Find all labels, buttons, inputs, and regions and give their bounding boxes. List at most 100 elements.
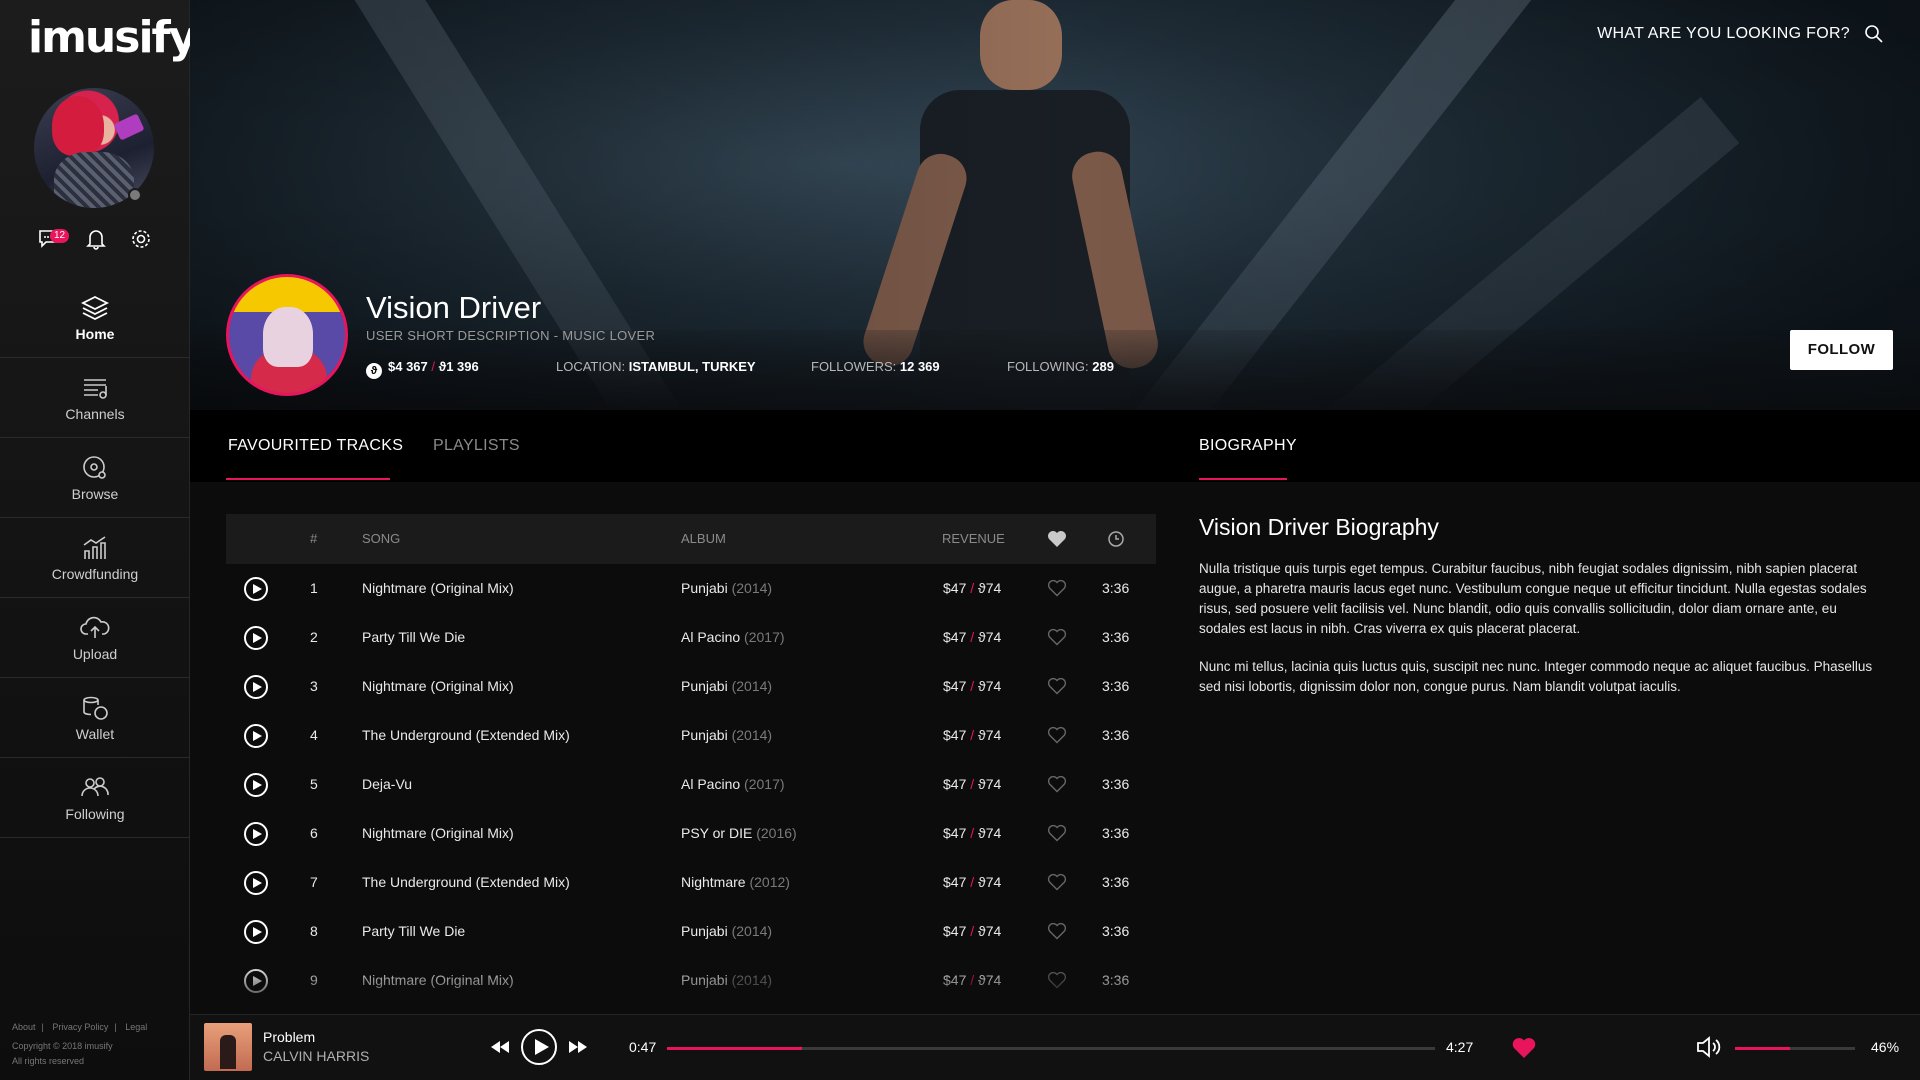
table-row[interactable]: 7 The Underground (Extended Mix) Nightmare…: [226, 858, 1156, 907]
app-logo[interactable]: imusify.: [28, 12, 208, 63]
play-track-button[interactable]: [244, 675, 268, 699]
cloud-upload-icon: [80, 616, 110, 638]
table-row[interactable]: 3 Nightmare (Original Mix) Punjabi (2014) $…: [226, 662, 1156, 711]
track-revenue: $47 / ϑ74: [943, 825, 1002, 841]
table-row[interactable]: 4 The Underground (Extended Mix) Punjabi (…: [226, 711, 1156, 760]
play-track-button[interactable]: [244, 822, 268, 846]
heart-filled-icon[interactable]: [1512, 1037, 1536, 1059]
location-stat: LOCATION: ISTAMBUL, TURKEY: [556, 359, 756, 374]
track-revenue: $47 / ϑ74: [943, 776, 1002, 792]
about-link[interactable]: About: [12, 1022, 36, 1032]
heart-outline-icon[interactable]: [1047, 824, 1067, 842]
tab-biography[interactable]: BIOGRAPHY: [1199, 437, 1297, 455]
table-row[interactable]: 5 Deja-Vu Al Pacino (2017) $47 / ϑ74 3:36: [226, 760, 1156, 809]
track-title[interactable]: Nightmare (Original Mix): [362, 825, 514, 841]
heart-outline-icon[interactable]: [1047, 873, 1067, 891]
track-title[interactable]: Deja-Vu: [362, 776, 412, 792]
nav-upload[interactable]: Upload: [0, 598, 190, 678]
music-player: Problem CALVIN HARRIS 0:47 4:27 46%: [190, 1014, 1920, 1080]
tab-favourited-tracks[interactable]: FAVOURITED TRACKS: [228, 437, 403, 455]
heart-outline-icon[interactable]: [1047, 579, 1067, 597]
users-icon: [81, 777, 109, 797]
layers-icon: [81, 295, 109, 321]
heart-outline-icon[interactable]: [1047, 628, 1067, 646]
artist-avatar: [226, 274, 348, 396]
nav-browse[interactable]: Browse: [0, 438, 190, 518]
track-revenue: $47 / ϑ74: [943, 580, 1002, 596]
browse-icon: [83, 456, 106, 479]
col-revenue[interactable]: REVENUE: [942, 531, 1005, 546]
col-album[interactable]: ALBUM: [681, 531, 726, 546]
play-button[interactable]: [521, 1029, 557, 1065]
table-row[interactable]: 2 Party Till We Die Al Pacino (2017) $47 / …: [226, 613, 1156, 662]
nav-label: Crowdfunding: [51, 566, 139, 582]
track-title[interactable]: The Underground (Extended Mix): [362, 874, 570, 890]
track-album[interactable]: PSY or DIE (2016): [681, 825, 797, 841]
heart-outline-icon[interactable]: [1047, 726, 1067, 744]
nav-following[interactable]: Following: [0, 758, 190, 838]
track-title[interactable]: Nightmare (Original Mix): [362, 678, 514, 694]
track-album[interactable]: Punjabi (2014): [681, 923, 772, 939]
track-number: 3: [310, 678, 318, 694]
col-song[interactable]: SONG: [362, 531, 400, 546]
track-album[interactable]: Al Pacino (2017): [681, 629, 785, 645]
table-row[interactable]: 8 Party Till We Die Punjabi (2014) $47 / ϑ7…: [226, 907, 1156, 956]
table-row[interactable]: 1 Nightmare (Original Mix) Punjabi (2014) $…: [226, 564, 1156, 613]
heart-outline-icon[interactable]: [1047, 677, 1067, 695]
volume-icon[interactable]: [1695, 1035, 1723, 1059]
nav-crowdfunding[interactable]: Crowdfunding: [0, 518, 190, 598]
search-bar[interactable]: WHAT ARE YOU LOOKING FOR?: [1597, 24, 1884, 44]
track-title[interactable]: Nightmare (Original Mix): [362, 580, 514, 596]
legal-link[interactable]: Legal: [125, 1022, 147, 1032]
followers-stat: FOLLOWERS: 12 369: [811, 359, 940, 374]
nav-wallet[interactable]: Wallet: [0, 678, 190, 758]
track-album[interactable]: Punjabi (2014): [681, 580, 772, 596]
play-track-button[interactable]: [244, 871, 268, 895]
play-track-button[interactable]: [244, 577, 268, 601]
now-playing-artist[interactable]: CALVIN HARRIS: [263, 1048, 369, 1064]
bio-tab-indicator: [1199, 478, 1287, 480]
nav-home[interactable]: Home: [0, 278, 190, 358]
clock-icon: [1108, 531, 1124, 547]
play-track-button[interactable]: [244, 773, 268, 797]
table-row[interactable]: 6 Nightmare (Original Mix) PSY or DIE (201…: [226, 809, 1156, 858]
track-album[interactable]: Punjabi (2014): [681, 678, 772, 694]
track-album[interactable]: Al Pacino (2017): [681, 776, 785, 792]
bell-icon[interactable]: [86, 228, 106, 255]
heart-filled-icon: [1048, 531, 1066, 547]
nav-channels[interactable]: Channels: [0, 358, 190, 438]
follow-button[interactable]: FOLLOW: [1790, 330, 1893, 370]
rewind-icon[interactable]: [489, 1039, 511, 1055]
search-icon[interactable]: [1864, 24, 1884, 44]
privacy-link[interactable]: Privacy Policy: [52, 1022, 108, 1032]
gear-icon[interactable]: [130, 228, 152, 255]
track-revenue: $47 / ϑ74: [943, 923, 1002, 939]
nav-label: Following: [65, 806, 125, 822]
track-title[interactable]: Party Till We Die: [362, 629, 465, 645]
fast-forward-icon[interactable]: [567, 1039, 589, 1055]
track-duration: 3:36: [1102, 580, 1130, 596]
sidebar-footer: About | Privacy Policy | Legal Copyright ©…: [12, 1020, 153, 1069]
chart-icon: [83, 536, 106, 559]
now-playing-title[interactable]: Problem: [263, 1029, 315, 1045]
play-track-button[interactable]: [244, 920, 268, 944]
progress-bar[interactable]: [667, 1047, 1435, 1050]
play-track-button[interactable]: [244, 626, 268, 650]
tab-playlists[interactable]: PLAYLISTS: [433, 437, 520, 455]
revenue-stat: ϑ $4 367 / ϑ1 396: [366, 359, 479, 379]
play-track-button[interactable]: [244, 724, 268, 748]
track-title[interactable]: The Underground (Extended Mix): [362, 727, 570, 743]
following-stat: FOLLOWING: 289: [1007, 359, 1114, 374]
nav-label: Upload: [72, 646, 118, 662]
track-title[interactable]: Party Till We Die: [362, 923, 465, 939]
track-album[interactable]: Nightmare (2012): [681, 874, 790, 890]
nav-label: Wallet: [75, 726, 115, 742]
heart-outline-icon[interactable]: [1047, 775, 1067, 793]
wallet-icon: [83, 696, 108, 720]
track-album[interactable]: Punjabi (2014): [681, 727, 772, 743]
volume-slider[interactable]: [1735, 1047, 1855, 1050]
nav-label: Browse: [71, 486, 119, 502]
message-count-badge: 12: [50, 229, 70, 243]
album-art[interactable]: [204, 1023, 252, 1071]
heart-outline-icon[interactable]: [1047, 922, 1067, 940]
